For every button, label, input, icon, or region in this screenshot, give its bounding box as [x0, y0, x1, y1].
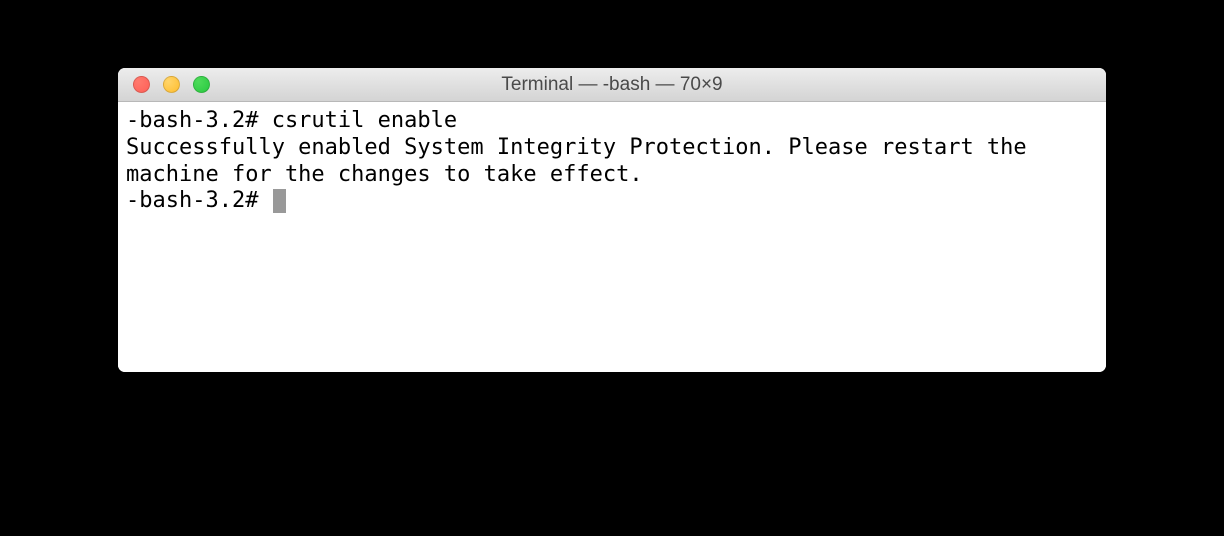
terminal-content[interactable]: -bash-3.2# csrutil enableSuccessfully en…: [118, 102, 1106, 372]
close-button[interactable]: [133, 76, 150, 93]
window-title: Terminal — -bash — 70×9: [118, 74, 1106, 96]
terminal-line: -bash-3.2# csrutil enable: [126, 108, 1098, 135]
traffic-lights: [118, 68, 210, 101]
cursor-icon: [273, 189, 286, 213]
terminal-window: Terminal — -bash — 70×9 -bash-3.2# csrut…: [118, 68, 1106, 372]
terminal-prompt: -bash-3.2#: [126, 188, 272, 213]
terminal-line: Successfully enabled System Integrity Pr…: [126, 135, 1098, 189]
window-titlebar[interactable]: Terminal — -bash — 70×9: [118, 68, 1106, 102]
zoom-button[interactable]: [193, 76, 210, 93]
minimize-button[interactable]: [163, 76, 180, 93]
